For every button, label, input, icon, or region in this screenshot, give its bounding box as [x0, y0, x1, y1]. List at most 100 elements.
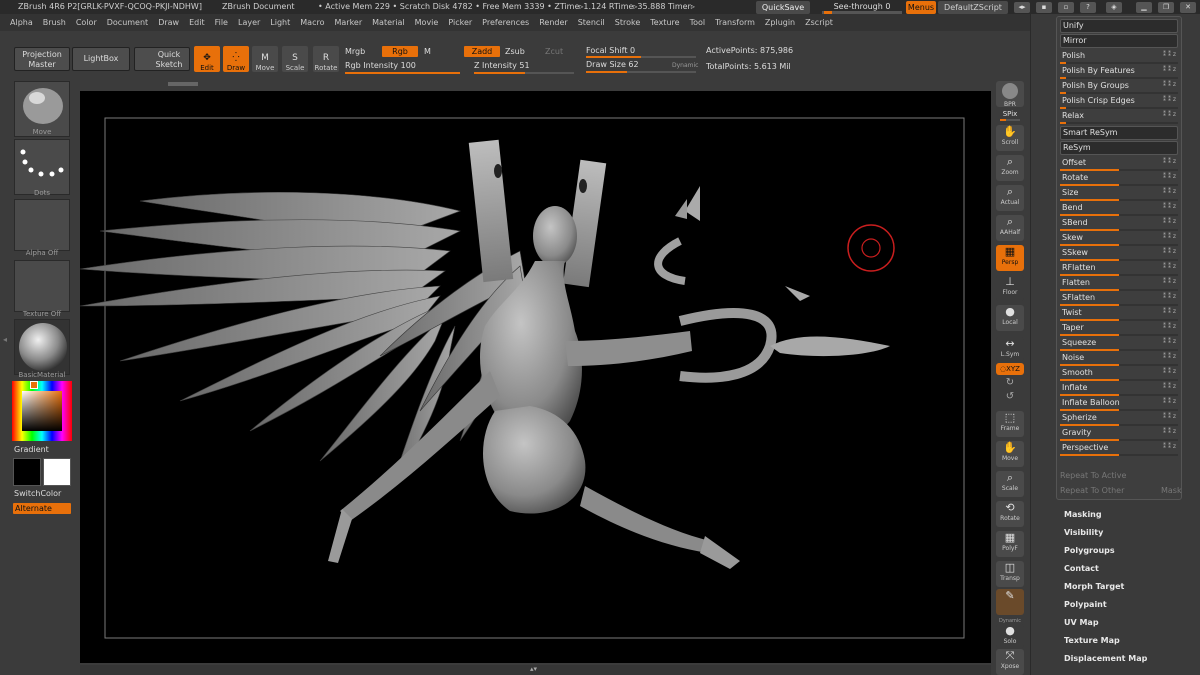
- menu-zplugin[interactable]: Zplugin: [765, 14, 795, 31]
- deformation-inflate-balloon[interactable]: Inflate Balloon ⁑ ⁑ z: [1060, 397, 1178, 411]
- axis-toggle-icon[interactable]: ⁑ ⁑ z: [1163, 383, 1176, 390]
- deformation-relax[interactable]: Relax ⁑ ⁑ z: [1060, 110, 1178, 124]
- section-polygroups[interactable]: Polygroups: [1064, 546, 1115, 555]
- deformation-skew[interactable]: Skew ⁑ ⁑ z: [1060, 232, 1178, 246]
- menu-alpha[interactable]: Alpha: [10, 14, 33, 31]
- zoom-button[interactable]: ⌕ Zoom: [996, 155, 1024, 181]
- menu-layer[interactable]: Layer: [238, 14, 260, 31]
- axis-toggle-icon[interactable]: ⁑ ⁑ z: [1163, 278, 1176, 285]
- deformation-polish-crisp-edges[interactable]: Polish Crisp Edges ⁑ ⁑ z: [1060, 95, 1178, 109]
- help-icon[interactable]: ?: [1080, 2, 1096, 13]
- tray-arrow-icon[interactable]: ▴▾: [530, 665, 537, 673]
- axis-toggle-icon[interactable]: ⁑ ⁑ z: [1163, 173, 1176, 180]
- menu-draw[interactable]: Draw: [158, 14, 179, 31]
- axis-toggle-icon[interactable]: ⁑ ⁑ z: [1163, 203, 1176, 210]
- aahalf-button[interactable]: ⌕ AAHalf: [996, 215, 1024, 241]
- axis-toggle-icon[interactable]: ⁑ ⁑ z: [1163, 338, 1176, 345]
- deformation-flatten[interactable]: Flatten ⁑ ⁑ z: [1060, 277, 1178, 291]
- axis-toggle-icon[interactable]: ⁑ ⁑ z: [1163, 263, 1176, 270]
- zcut-button[interactable]: Zcut: [545, 47, 563, 56]
- deformation-rflatten[interactable]: RFlatten ⁑ ⁑ z: [1060, 262, 1178, 276]
- axis-toggle-icon[interactable]: ⁑ ⁑ z: [1163, 233, 1176, 240]
- menu-color[interactable]: Color: [76, 14, 97, 31]
- menu-document[interactable]: Document: [107, 14, 148, 31]
- draw-size-slider[interactable]: [586, 71, 696, 73]
- rgb-button[interactable]: Rgb: [382, 46, 418, 57]
- axis-toggle-icon[interactable]: ⁑ ⁑ z: [1163, 51, 1176, 58]
- polyf-button[interactable]: ▦ PolyF: [996, 531, 1024, 557]
- section-polypaint[interactable]: Polypaint: [1064, 600, 1107, 609]
- spix-slider[interactable]: [1000, 119, 1020, 121]
- deformation-polish-by-groups[interactable]: Polish By Groups ⁑ ⁑ z: [1060, 80, 1178, 94]
- persp-button[interactable]: ▦ Persp: [996, 245, 1024, 271]
- menu-light[interactable]: Light: [270, 14, 290, 31]
- deformation-gravity[interactable]: Gravity ⁑ ⁑ z: [1060, 427, 1178, 441]
- menu-picker[interactable]: Picker: [448, 14, 472, 31]
- menu-tool[interactable]: Tool: [690, 14, 706, 31]
- axis-toggle-icon[interactable]: ⁑ ⁑ z: [1163, 248, 1176, 255]
- menu-file[interactable]: File: [215, 14, 228, 31]
- xyz-button[interactable]: ◌XYZ: [996, 363, 1024, 375]
- deformation-inflate[interactable]: Inflate ⁑ ⁑ z: [1060, 382, 1178, 396]
- axis-toggle-icon[interactable]: ⁑ ⁑ z: [1163, 188, 1176, 195]
- deformation-sskew[interactable]: SSkew ⁑ ⁑ z: [1060, 247, 1178, 261]
- section-masking[interactable]: Masking: [1064, 510, 1102, 519]
- close-icon[interactable]: ✕: [1180, 2, 1196, 13]
- frame-button[interactable]: ⬚ Frame: [996, 411, 1024, 437]
- secondary-color-swatch[interactable]: [43, 458, 71, 486]
- focal-shift-slider[interactable]: [586, 56, 696, 58]
- axis-toggle-icon[interactable]: ⁑ ⁑ z: [1163, 323, 1176, 330]
- switchcolor-button[interactable]: SwitchColor: [14, 489, 61, 498]
- projection-master-button[interactable]: Projection Master: [14, 47, 70, 71]
- move-view-button[interactable]: ✋ Move: [996, 441, 1024, 467]
- material-thumbnail[interactable]: [14, 319, 70, 375]
- axis-toggle-icon[interactable]: ⁑ ⁑ z: [1163, 66, 1176, 73]
- deformation-smart-resym[interactable]: Smart ReSym: [1060, 126, 1178, 140]
- xpose-button[interactable]: ⤧ Xpose: [996, 649, 1024, 675]
- collapse-icon[interactable]: ◈: [1106, 2, 1122, 13]
- deformation-polish[interactable]: Polish ⁑ ⁑ z: [1060, 50, 1178, 64]
- axis-toggle-icon[interactable]: ⁑ ⁑ z: [1163, 428, 1176, 435]
- rgb-intensity-slider[interactable]: [345, 72, 460, 74]
- section-texture-map[interactable]: Texture Map: [1064, 636, 1120, 645]
- menu-render[interactable]: Render: [539, 14, 567, 31]
- actual-button[interactable]: ⌕ Actual: [996, 185, 1024, 211]
- repeat-to-active-button[interactable]: Repeat To Active: [1060, 471, 1126, 480]
- menu-brush[interactable]: Brush: [43, 14, 66, 31]
- local-button[interactable]: ● Local: [996, 305, 1024, 331]
- axis-toggle-icon[interactable]: ⁑ ⁑ z: [1163, 218, 1176, 225]
- deformation-resym[interactable]: ReSym: [1060, 141, 1178, 155]
- palette-icon[interactable]: ▫: [1058, 2, 1074, 13]
- axis-toggle-icon[interactable]: ⁑ ⁑ z: [1163, 413, 1176, 420]
- menu-marker[interactable]: Marker: [334, 14, 362, 31]
- menu-movie[interactable]: Movie: [415, 14, 439, 31]
- scroll-button[interactable]: ✋ Scroll: [996, 125, 1024, 151]
- rotate-axis-icon[interactable]: ↻: [994, 377, 1026, 388]
- quicksave-button[interactable]: QuickSave: [756, 1, 810, 14]
- restore-icon[interactable]: ❐: [1158, 2, 1174, 13]
- dynamic-toggle[interactable]: Dynamic: [672, 62, 698, 69]
- menu-edit[interactable]: Edit: [189, 14, 205, 31]
- deformation-spherize[interactable]: Spherize ⁑ ⁑ z: [1060, 412, 1178, 426]
- deformation-rotate[interactable]: Rotate ⁑ ⁑ z: [1060, 172, 1178, 186]
- default-zscript-button[interactable]: DefaultZScript: [938, 1, 1008, 14]
- swatch-icon[interactable]: ▪: [1036, 2, 1052, 13]
- deformation-sflatten[interactable]: SFlatten ⁑ ⁑ z: [1060, 292, 1178, 306]
- main-color-swatch[interactable]: [13, 458, 41, 486]
- axis-toggle-icon[interactable]: ⁑ ⁑ z: [1163, 443, 1176, 450]
- texture-thumbnail[interactable]: [14, 260, 70, 312]
- deformation-polish-by-features[interactable]: Polish By Features ⁑ ⁑ z: [1060, 65, 1178, 79]
- bpr-button[interactable]: BPR: [996, 81, 1024, 108]
- menus-button[interactable]: Menus: [906, 1, 936, 14]
- alpha-thumbnail[interactable]: [14, 199, 70, 251]
- minimize-icon[interactable]: ▁: [1136, 2, 1152, 13]
- scale-view-button[interactable]: ⌕ Scale: [996, 471, 1024, 497]
- axis-toggle-icon[interactable]: ⁑ ⁑ z: [1163, 293, 1176, 300]
- color-picker[interactable]: [12, 381, 72, 441]
- arrows-icon[interactable]: ◂▸: [1014, 2, 1030, 13]
- menu-material[interactable]: Material: [372, 14, 405, 31]
- mrgb-button[interactable]: Mrgb: [345, 47, 365, 56]
- lsym-button[interactable]: ↔ L.Sym: [996, 337, 1024, 361]
- axis-toggle-icon[interactable]: ⁑ ⁑ z: [1163, 398, 1176, 405]
- document-canvas[interactable]: [80, 91, 991, 663]
